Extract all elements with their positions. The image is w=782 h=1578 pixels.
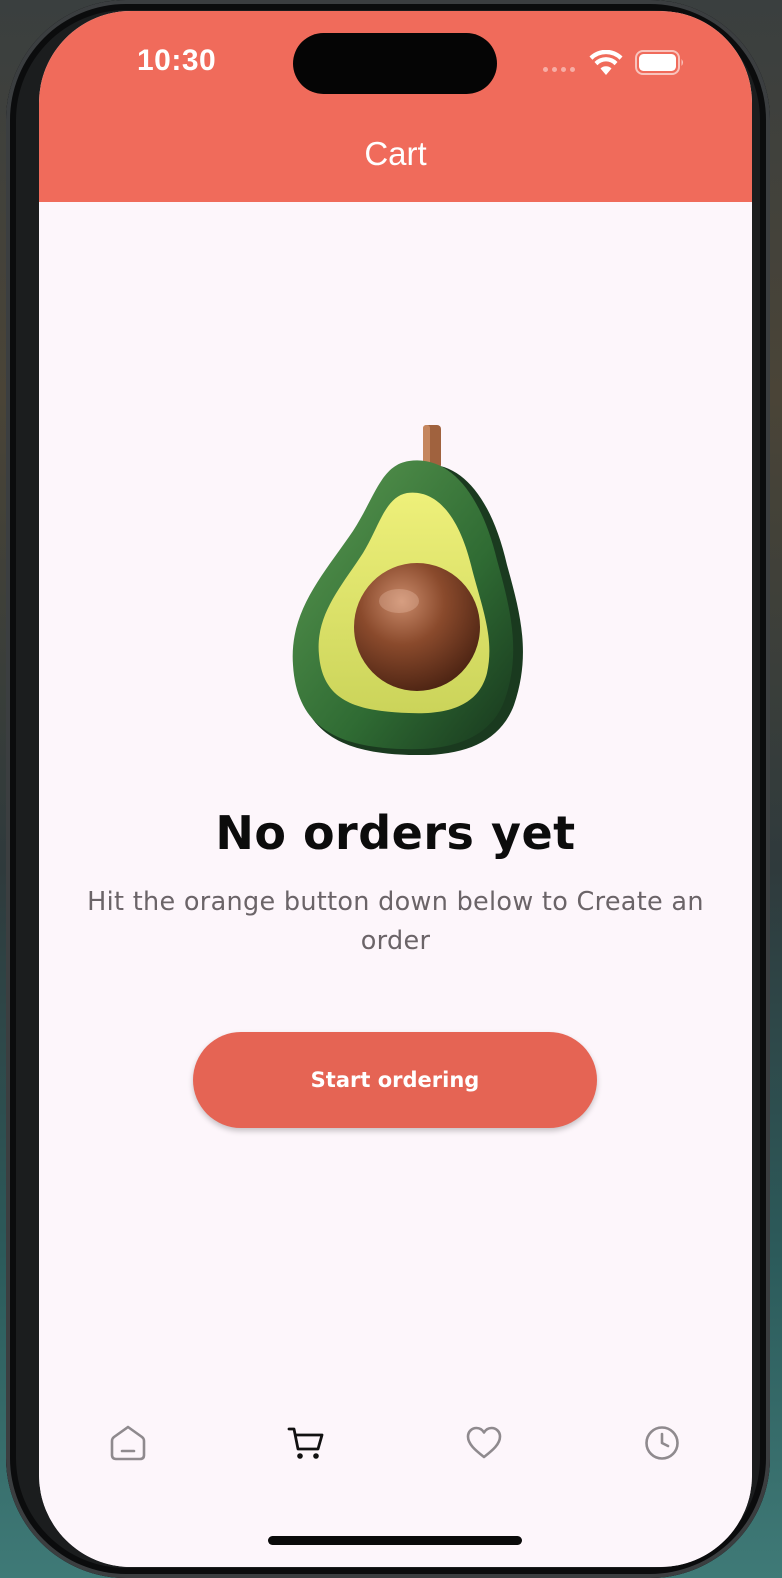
cellular-signal-icon bbox=[543, 67, 575, 72]
cart-icon bbox=[287, 1427, 324, 1459]
page-title: Cart bbox=[364, 135, 427, 172]
empty-state-subtitle: Hit the orange button down below to Crea… bbox=[87, 887, 704, 956]
battery-icon bbox=[635, 50, 683, 75]
status-time: 10:30 bbox=[137, 44, 217, 77]
home-indicator[interactable] bbox=[268, 1536, 522, 1545]
app-screen: 10:30 Cart No orders yet Hit the orange … bbox=[39, 11, 752, 1567]
nav-cart[interactable] bbox=[284, 1421, 328, 1465]
wifi-icon bbox=[589, 50, 623, 75]
nav-history[interactable] bbox=[640, 1421, 684, 1465]
start-ordering-button[interactable]: Start ordering bbox=[193, 1032, 597, 1128]
clock-icon bbox=[645, 1426, 679, 1460]
home-icon bbox=[110, 1425, 146, 1461]
device-frame: 10:30 Cart No orders yet Hit the orange … bbox=[6, 0, 770, 1578]
empty-state-title: No orders yet bbox=[215, 806, 576, 860]
heart-icon bbox=[466, 1426, 502, 1459]
dynamic-island bbox=[293, 33, 497, 94]
nav-home[interactable] bbox=[106, 1421, 150, 1465]
app-header: 10:30 Cart bbox=[39, 11, 752, 202]
nav-favorites[interactable] bbox=[462, 1421, 506, 1465]
avocado-illustration bbox=[292, 425, 523, 755]
